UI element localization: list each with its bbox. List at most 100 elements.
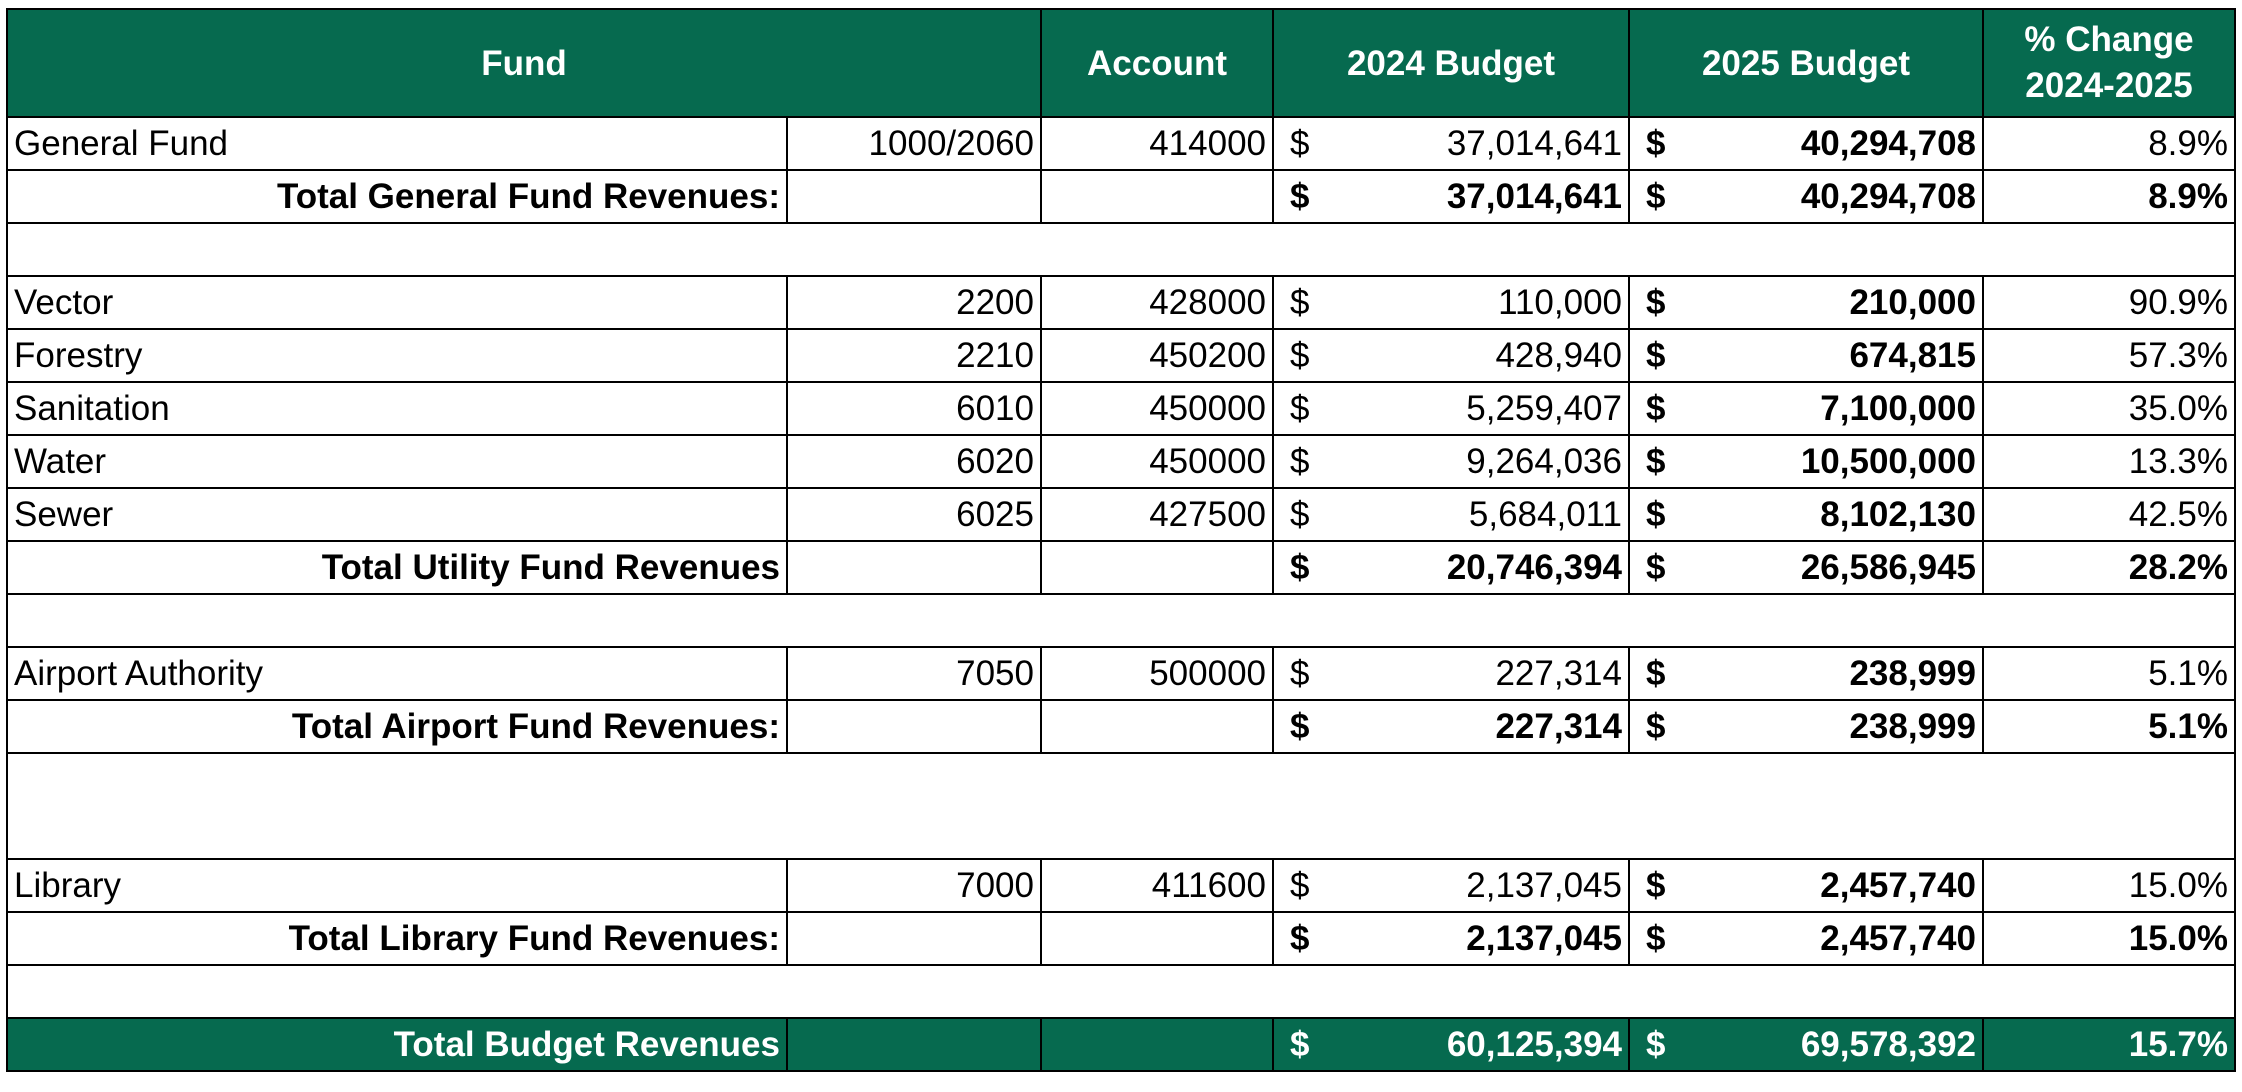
section-total-row: Total General Fund Revenues: $37,014,641 $… xyxy=(6,169,2236,224)
table-body: General Fund 1000/2060 414000 $37,014,641 $4… xyxy=(6,116,2236,1072)
amount-value: 110,000 xyxy=(1498,283,1622,322)
empty-cell xyxy=(787,964,1041,1019)
total-label: Total Airport Fund Revenues: xyxy=(6,699,788,754)
pct-change-cell: 15.0% xyxy=(1982,858,2236,913)
budget-2024-cell: $5,259,407 xyxy=(1272,381,1630,436)
amount-value: 37,014,641 xyxy=(1446,177,1622,216)
total-pct-change-cell: 8.9% xyxy=(1982,169,2236,224)
amount-value: 2,137,045 xyxy=(1466,866,1622,905)
spacer-row xyxy=(6,222,2236,277)
fund-row: Vector 2200 428000 $110,000 $210,000 90.9% xyxy=(6,275,2236,330)
amount-value: 227,314 xyxy=(1495,654,1622,693)
fund-row: General Fund 1000/2060 414000 $37,014,641 $4… xyxy=(6,116,2236,171)
section-total-row: Total Library Fund Revenues: $2,137,045 $2… xyxy=(6,911,2236,966)
currency-symbol: $ xyxy=(1290,654,1310,693)
fund-name: Library xyxy=(6,858,788,913)
amount-value: 20,746,394 xyxy=(1446,548,1622,587)
empty-cell xyxy=(1040,169,1274,224)
amount-value: 69,578,392 xyxy=(1800,1025,1976,1064)
fund-number: 6010 xyxy=(786,381,1042,436)
fund-name: Airport Authority xyxy=(6,646,788,701)
spacer-row xyxy=(6,593,2236,648)
budget-2025-cell: $210,000 xyxy=(1628,275,1984,330)
budget-revenue-table: Fund Account 2024 Budget 2025 Budget % C… xyxy=(6,8,2236,1072)
fund-row: Airport Authority 7050 500000 $227,314 $238,… xyxy=(6,646,2236,701)
amount-value: 428,940 xyxy=(1495,336,1622,375)
currency-symbol: $ xyxy=(1290,919,1310,958)
pct-change-cell: 5.1% xyxy=(1982,646,2236,701)
fund-name: Sewer xyxy=(6,487,788,542)
grand-total-row: Total Budget Revenues $60,125,394 $69,578,… xyxy=(6,1017,2236,1072)
empty-cell xyxy=(1629,964,1983,1019)
empty-cell xyxy=(787,593,1041,648)
currency-symbol: $ xyxy=(1290,389,1310,428)
amount-value: 5,259,407 xyxy=(1466,389,1622,428)
amount-value: 40,294,708 xyxy=(1800,177,1976,216)
account-number: 450000 xyxy=(1040,434,1274,489)
grand-total-label: Total Budget Revenues xyxy=(6,1017,788,1072)
currency-symbol: $ xyxy=(1290,1025,1310,1064)
budget-2024-cell: $428,940 xyxy=(1272,328,1630,383)
empty-cell xyxy=(1983,752,2236,860)
total-label: Total General Fund Revenues: xyxy=(6,169,788,224)
currency-symbol: $ xyxy=(1646,1025,1666,1064)
amount-value: 60,125,394 xyxy=(1446,1025,1622,1064)
amount-value: 238,999 xyxy=(1849,707,1976,746)
budget-2024-cell: $2,137,045 xyxy=(1272,858,1630,913)
total-label: Total Library Fund Revenues: xyxy=(6,911,788,966)
grand-total-pct-cell: 15.7% xyxy=(1982,1017,2236,1072)
empty-cell xyxy=(1041,752,1273,860)
currency-symbol: $ xyxy=(1290,548,1310,587)
empty-cell xyxy=(1040,911,1274,966)
budget-2024-cell: $227,314 xyxy=(1272,646,1630,701)
fund-row: Sanitation 6010 450000 $5,259,407 $7,100,000… xyxy=(6,381,2236,436)
empty-cell xyxy=(1041,222,1273,277)
header-pct-change-line2: 2024-2025 xyxy=(2025,66,2193,105)
grand-total-2025-cell: $69,578,392 xyxy=(1628,1017,1984,1072)
budget-2024-cell: $5,684,011 xyxy=(1272,487,1630,542)
total-budget-2025-cell: $40,294,708 xyxy=(1628,169,1984,224)
account-number: 450200 xyxy=(1040,328,1274,383)
empty-cell xyxy=(1273,964,1629,1019)
currency-symbol: $ xyxy=(1290,124,1310,163)
currency-symbol: $ xyxy=(1646,654,1666,693)
total-pct-change-cell: 28.2% xyxy=(1982,540,2236,595)
fund-number: 6025 xyxy=(786,487,1042,542)
currency-symbol: $ xyxy=(1646,866,1666,905)
empty-cell xyxy=(786,540,1042,595)
amount-value: 674,815 xyxy=(1849,336,1976,375)
fund-row: Water 6020 450000 $9,264,036 $10,500,000 13.3… xyxy=(6,434,2236,489)
currency-symbol: $ xyxy=(1646,124,1666,163)
fund-row: Library 7000 411600 $2,137,045 $2,457,740 15.… xyxy=(6,858,2236,913)
currency-symbol: $ xyxy=(1646,177,1666,216)
pct-change-cell: 90.9% xyxy=(1982,275,2236,330)
budget-2025-cell: $8,102,130 xyxy=(1628,487,1984,542)
amount-value: 9,264,036 xyxy=(1466,442,1622,481)
currency-symbol: $ xyxy=(1646,548,1666,587)
fund-row: Forestry 2210 450200 $428,940 $674,815 57.3% xyxy=(6,328,2236,383)
header-fund: Fund xyxy=(6,8,1042,118)
currency-symbol: $ xyxy=(1646,707,1666,746)
account-number: 450000 xyxy=(1040,381,1274,436)
amount-value: 5,684,011 xyxy=(1468,495,1622,534)
total-budget-2024-cell: $37,014,641 xyxy=(1272,169,1630,224)
empty-cell xyxy=(1273,593,1629,648)
fund-number: 2210 xyxy=(786,328,1042,383)
amount-value: 40,294,708 xyxy=(1800,124,1976,163)
budget-revenue-table-container: Fund Account 2024 Budget 2025 Budget % C… xyxy=(6,8,2236,1072)
total-pct-change-cell: 5.1% xyxy=(1982,699,2236,754)
empty-cell xyxy=(1041,593,1273,648)
empty-cell xyxy=(1629,752,1983,860)
empty-cell xyxy=(1983,593,2236,648)
empty-cell xyxy=(787,222,1041,277)
total-budget-2024-cell: $2,137,045 xyxy=(1272,911,1630,966)
currency-symbol: $ xyxy=(1646,389,1666,428)
fund-name: Forestry xyxy=(6,328,788,383)
budget-2024-cell: $9,264,036 xyxy=(1272,434,1630,489)
pct-change-cell: 42.5% xyxy=(1982,487,2236,542)
empty-cell xyxy=(1629,593,1983,648)
pct-change-cell: 13.3% xyxy=(1982,434,2236,489)
amount-value: 2,457,740 xyxy=(1820,919,1976,958)
fund-name: Vector xyxy=(6,275,788,330)
amount-value: 37,014,641 xyxy=(1446,124,1622,163)
